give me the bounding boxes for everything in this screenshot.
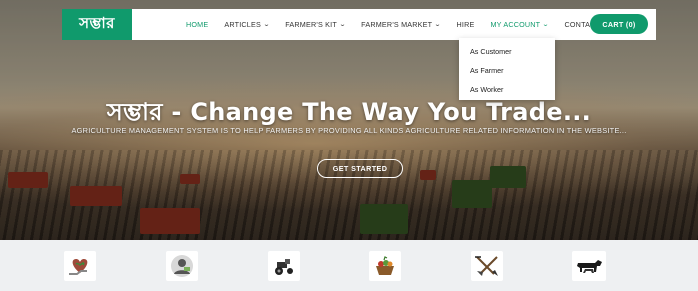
shovel-rake-icon (475, 256, 498, 276)
dropdown-item-customer[interactable]: As Customer (459, 42, 555, 61)
site-logo[interactable]: সম্ভার (62, 9, 132, 40)
nav-menu: HOME ARTICLES ⌄ FARMER'S KIT ⌄ FARMER'S … (186, 9, 600, 40)
livestock-icon (577, 260, 602, 273)
chevron-down-icon: ⌄ (338, 22, 347, 28)
category-icon-strip (0, 240, 698, 291)
category-tile[interactable] (369, 251, 401, 281)
nav-item-hire[interactable]: HIRE (456, 20, 474, 29)
heart-hand-icon (69, 259, 88, 275)
chevron-down-icon: ⌄ (542, 22, 550, 28)
category-tile[interactable] (64, 251, 96, 281)
category-tile[interactable] (166, 251, 198, 281)
nav-item-my-account[interactable]: MY ACCOUNT ⌄ (490, 20, 550, 29)
cart-button[interactable]: CART (0) (590, 14, 648, 34)
farmer-avatar-icon (171, 255, 193, 277)
nav-item-label: HOME (186, 20, 209, 29)
navbar: সম্ভার HOME ARTICLES ⌄ FARMER'S KIT ⌄ FA… (62, 9, 656, 40)
nav-item-label: MY ACCOUNT (490, 20, 541, 29)
nav-item-label: ARTICLES (224, 20, 261, 29)
category-tile[interactable] (268, 251, 300, 281)
category-tile[interactable] (572, 251, 606, 281)
nav-item-farmers-market[interactable]: FARMER'S MARKET ⌄ (361, 20, 442, 29)
get-started-button[interactable]: GET STARTED (317, 159, 403, 178)
category-tile[interactable] (471, 251, 503, 281)
nav-item-home[interactable]: HOME (186, 20, 208, 29)
vegetable-basket-icon (376, 256, 394, 275)
nav-item-farmers-kit[interactable]: FARMER'S KIT ⌄ (285, 20, 347, 29)
chevron-down-icon: ⌄ (262, 22, 271, 28)
nav-item-label: HIRE (456, 20, 475, 29)
chevron-down-icon: ⌄ (434, 22, 442, 28)
nav-item-label: FARMER'S MARKET (361, 20, 433, 29)
tractor-icon (275, 259, 293, 275)
nav-item-label: FARMER'S KIT (285, 20, 337, 29)
hero-subtitle: AGRICULTURE MANAGEMENT SYSTEM IS TO HELP… (71, 126, 627, 135)
account-dropdown-menu: As Customer As Farmer As Worker (459, 38, 555, 100)
nav-item-articles[interactable]: ARTICLES ⌄ (224, 20, 271, 29)
dropdown-item-farmer[interactable]: As Farmer (459, 61, 555, 80)
dropdown-item-worker[interactable]: As Worker (459, 80, 555, 99)
